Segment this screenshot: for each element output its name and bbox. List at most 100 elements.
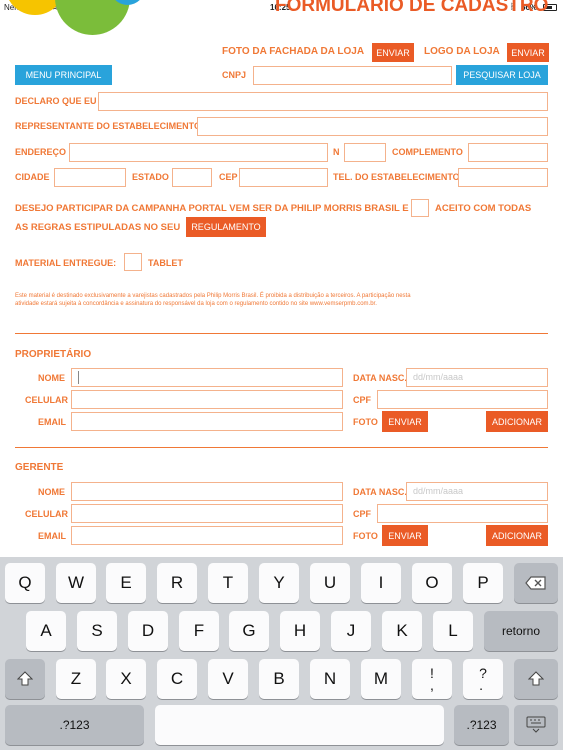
declaro-label: DECLARO QUE EU [15, 96, 97, 106]
key-h[interactable]: H [280, 611, 320, 651]
estado-input[interactable] [172, 168, 212, 187]
complemento-label: COMPLEMENTO [392, 147, 463, 157]
key-s[interactable]: S [77, 611, 117, 651]
dismiss-keyboard-key[interactable] [514, 705, 558, 745]
telefone-label: TEL. DO ESTABELECIMENTO [333, 172, 460, 182]
gerente-data-nasc-label: DATA NASC. [353, 487, 407, 497]
key-t[interactable]: T [208, 563, 248, 603]
gerente-title: GERENTE [15, 462, 64, 473]
gerente-foto-label: FOTO [353, 531, 378, 541]
keyboard-dismiss-icon [526, 716, 546, 733]
cidade-label: CIDADE [15, 172, 50, 182]
tablet-label: TABLET [148, 258, 183, 268]
shift-key-right[interactable] [514, 659, 558, 699]
section-divider [15, 447, 548, 448]
key-r[interactable]: R [157, 563, 197, 603]
proprietario-email-label: EMAIL [38, 417, 66, 427]
key-a[interactable]: A [26, 611, 66, 651]
key-e[interactable]: E [106, 563, 146, 603]
key-m[interactable]: M [361, 659, 401, 699]
aceito-checkbox[interactable] [411, 199, 429, 217]
key-question-period[interactable]: ? . [463, 659, 503, 699]
gerente-add-button[interactable]: ADICIONAR [486, 525, 548, 546]
page-title: FORMULÁRIO DE CADASTRO [275, 0, 549, 16]
key-w[interactable]: W [56, 563, 96, 603]
key-y[interactable]: Y [259, 563, 299, 603]
telefone-input[interactable] [458, 168, 548, 187]
proprietario-celular-input[interactable] [71, 390, 343, 409]
proprietario-cpf-input[interactable] [377, 390, 548, 409]
key-c[interactable]: C [157, 659, 197, 699]
gerente-cpf-input[interactable] [377, 504, 548, 523]
return-key[interactable]: retorno [484, 611, 558, 651]
shift-icon [17, 671, 33, 686]
gerente-nome-input[interactable] [71, 482, 343, 501]
key-n[interactable]: N [310, 659, 350, 699]
key-v[interactable]: V [208, 659, 248, 699]
key-p[interactable]: P [463, 563, 503, 603]
key-z[interactable]: Z [56, 659, 96, 699]
proprietario-email-input[interactable] [71, 412, 343, 431]
gerente-email-input[interactable] [71, 526, 343, 545]
numbers-key-left[interactable]: .?123 [5, 705, 144, 745]
brand-logo [0, 0, 150, 40]
proprietario-foto-label: FOTO [353, 417, 378, 427]
space-key[interactable] [155, 705, 444, 745]
endereco-label: ENDEREÇO [15, 147, 67, 157]
logo-loja-send-button[interactable]: ENVIAR [507, 43, 549, 62]
campanha-text: DESEJO PARTICIPAR DA CAMPANHA PORTAL VEM… [15, 203, 409, 214]
proprietario-foto-send-button[interactable]: ENVIAR [382, 411, 428, 432]
endereco-input[interactable] [69, 143, 328, 162]
disclaimer-line-2: atividade estará sujeita à concordância … [15, 301, 377, 307]
gerente-celular-input[interactable] [71, 504, 343, 523]
proprietario-title: PROPRIETÁRIO [15, 349, 92, 360]
proprietario-nome-input[interactable] [71, 368, 343, 387]
key-x[interactable]: X [106, 659, 146, 699]
key-j[interactable]: J [331, 611, 371, 651]
key-i[interactable]: I [361, 563, 401, 603]
gerente-celular-label: CELULAR [25, 509, 68, 519]
backspace-key[interactable] [514, 563, 558, 603]
gerente-cpf-label: CPF [353, 509, 371, 519]
text-cursor [78, 371, 79, 384]
key-u[interactable]: U [310, 563, 350, 603]
gerente-foto-send-button[interactable]: ENVIAR [382, 525, 428, 546]
proprietario-add-button[interactable]: ADICIONAR [486, 411, 548, 432]
estado-label: ESTADO [132, 172, 169, 182]
cidade-input[interactable] [54, 168, 126, 187]
section-divider [15, 333, 548, 334]
regulamento-button[interactable]: REGULAMENTO [186, 217, 266, 237]
cnpj-input[interactable] [253, 66, 452, 85]
representante-input[interactable] [197, 117, 548, 136]
numero-label: N [333, 147, 340, 157]
key-b[interactable]: B [259, 659, 299, 699]
key-k[interactable]: K [382, 611, 422, 651]
pesquisar-loja-button[interactable]: PESQUISAR LOJA [456, 65, 548, 85]
declaro-input[interactable] [98, 92, 548, 111]
proprietario-cpf-label: CPF [353, 395, 371, 405]
proprietario-data-nasc-label: DATA NASC. [353, 373, 407, 383]
key-d[interactable]: D [128, 611, 168, 651]
numbers-key-right[interactable]: .?123 [454, 705, 509, 745]
key-o[interactable]: O [412, 563, 452, 603]
key-l[interactable]: L [433, 611, 473, 651]
foto-fachada-send-button[interactable]: ENVIAR [372, 43, 414, 62]
complemento-input[interactable] [468, 143, 548, 162]
key-f[interactable]: F [179, 611, 219, 651]
gerente-data-nasc-input[interactable]: dd/mm/aaaa [406, 482, 548, 501]
key-g[interactable]: G [229, 611, 269, 651]
shift-icon [528, 671, 544, 686]
proprietario-data-nasc-input[interactable]: dd/mm/aaaa [406, 368, 548, 387]
aceito-text: ACEITO COM TODAS [435, 203, 532, 214]
cep-input[interactable] [239, 168, 328, 187]
menu-principal-button[interactable]: MENU PRINCIPAL [15, 65, 112, 85]
tablet-checkbox[interactable] [124, 253, 142, 271]
key-q[interactable]: Q [5, 563, 45, 603]
disclaimer-line-1: Este material é destinado exclusivamente… [15, 293, 411, 299]
foto-fachada-label: FOTO DA FACHADA DA LOJA [222, 46, 365, 57]
key-exclamation-comma[interactable]: ! , [412, 659, 452, 699]
numero-input[interactable] [344, 143, 386, 162]
proprietario-nome-label: NOME [38, 373, 65, 383]
onscreen-keyboard: Q W E R T Y U I O P A S D F G H J K L re… [0, 557, 563, 750]
shift-key-left[interactable] [5, 659, 45, 699]
